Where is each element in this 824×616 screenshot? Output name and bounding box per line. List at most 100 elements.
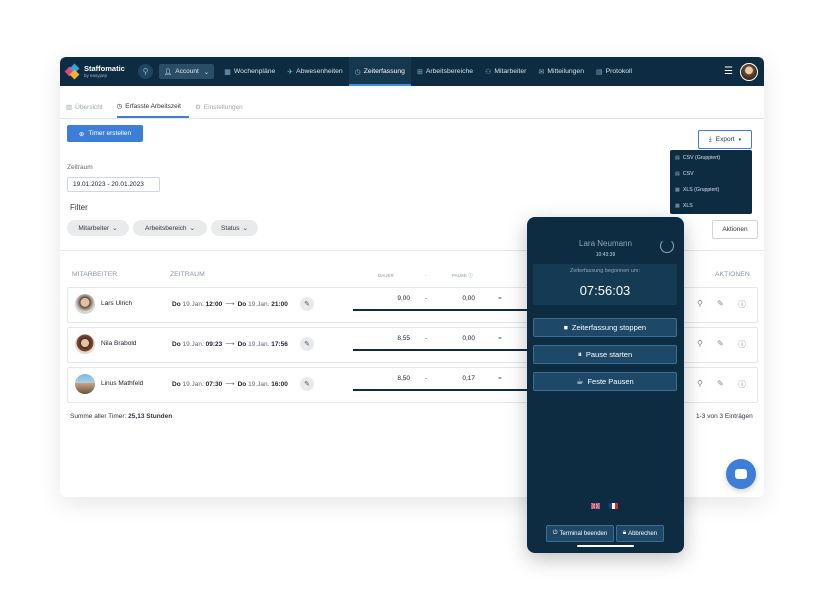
employee-name[interactable]: Lars Ulrich (101, 300, 132, 307)
tracking-status-box: Zeiterfassung begonnen um: 07:56:03 (533, 264, 677, 305)
avatar (75, 294, 95, 314)
column-header-pause: PAUSE ⓘ (452, 273, 473, 278)
arrow-right-icon: ⟶ (225, 341, 235, 348)
nav-abwesenheiten[interactable]: ✈︎ Abwesenheiten (281, 57, 348, 86)
summary-total: Summe aller Timer: 25,13 Stunden (70, 413, 173, 420)
equals-sign: = (498, 375, 502, 382)
time-range: Do 19.Jan. 07:30 ⟶ Do 19.Jan. 16:00 (172, 381, 288, 388)
equals-sign: = (498, 335, 502, 342)
minus-sign: - (425, 295, 428, 302)
employee-name[interactable]: Linus Mathfeld (101, 380, 143, 387)
calendar-icon: ▦ (224, 68, 231, 76)
arrow-right-icon: ⟶ (225, 301, 235, 308)
info-icon[interactable]: ⓘ (738, 299, 746, 310)
minus-sign: - (425, 335, 428, 342)
plane-icon: ✈︎ (287, 68, 294, 76)
export-option-xls-grouped[interactable]: ▦ XLS (Gruppiert) (670, 182, 752, 198)
export-option-csv-grouped[interactable]: ▤ CSV (Gruppiert) (670, 150, 752, 166)
pause-circle-icon: ⏸︎ (577, 349, 582, 359)
info-icon[interactable]: ⓘ (738, 339, 746, 350)
search-icon[interactable]: ⚲ (138, 64, 153, 79)
export-option-xls[interactable]: ▦ XLS (670, 198, 752, 214)
home-indicator (577, 545, 634, 547)
employee-name[interactable]: Nila Brabold (101, 340, 136, 347)
info-icon[interactable]: ⓘ (738, 379, 746, 390)
nav-arbeitsbereiche[interactable]: ⊞ Arbeitsbereiche (411, 57, 479, 86)
nav-mitteilungen[interactable]: ✉︎ Mitteilungen (532, 57, 590, 86)
tab-uebersicht[interactable]: ▥ Übersicht (66, 96, 111, 118)
french-flag-icon[interactable] (609, 503, 618, 509)
gear-icon: ⚙︎ (194, 104, 201, 111)
pagination-info: 1-3 von 3 Einträgen (696, 413, 753, 420)
chevron-down-icon: ▾ (738, 136, 742, 143)
chevron-down-icon: ⌄ (189, 225, 195, 232)
coffee-cup-icon: ☕︎ (576, 377, 584, 386)
duration-bar (353, 309, 533, 311)
file-icon: ▤ (675, 155, 680, 161)
time-range: Do 19.Jan. 09:23 ⟶ Do 19.Jan. 17:56 (172, 341, 288, 348)
dauer-value: 8,55 (397, 335, 410, 342)
filter-chip-status[interactable]: Status ⌄ (211, 220, 258, 236)
tab-erfasste-arbeitszeit[interactable]: ◷ Erfasste Arbeitszeit (116, 96, 189, 118)
duration-bar (353, 389, 533, 391)
end-terminal-button[interactable]: ⏻ Terminal beenden (546, 525, 614, 542)
equals-sign: = (498, 295, 502, 302)
edit-time-icon[interactable]: ✎ (300, 337, 314, 351)
filter-chip-mitarbeiter[interactable]: Mitarbeiter ⌄ (67, 220, 129, 236)
pencil-icon[interactable]: ✎ (717, 379, 724, 388)
menu-icon[interactable]: ☰ (724, 66, 733, 77)
column-header-dauer: DAUER (378, 273, 394, 278)
tracking-clock: 07:56:03 (579, 283, 631, 298)
minus-sign: - (425, 375, 428, 382)
pencil-icon[interactable]: ✎ (717, 299, 724, 308)
logo-mark-icon (64, 63, 80, 79)
export-button[interactable]: ⤓ Export ▾ (698, 130, 752, 149)
user-icon: 👤︎ (164, 68, 173, 76)
uk-flag-icon[interactable] (591, 503, 600, 509)
pencil-icon[interactable]: ✎ (717, 339, 724, 348)
account-dropdown[interactable]: 👤︎ Account ⌄ (159, 64, 215, 79)
info-icon: ⓘ (468, 273, 473, 278)
nav-protokoll[interactable]: ▤ Protokoll (590, 57, 638, 86)
chat-icon (735, 469, 747, 479)
chevron-down-icon: ⌄ (112, 225, 118, 232)
account-label: Account (175, 68, 199, 75)
nav-zeiterfassung[interactable]: ◷ Zeiterfassung (348, 57, 412, 86)
date-range-input[interactable]: 19.01.2023 - 20.01.2023 (67, 177, 160, 192)
timer-erstellen-button[interactable]: ⊕ Timer erstellen (67, 125, 143, 142)
search-icon[interactable]: ⚲ (697, 379, 703, 388)
export-option-csv[interactable]: ▤ CSV (670, 166, 752, 182)
filter-heading: Filter (70, 203, 88, 212)
cancel-button[interactable]: 🔒︎ Abbrechen (616, 525, 664, 542)
stop-tracking-button[interactable]: ⏹︎ Zeiterfassung stoppen (533, 318, 677, 337)
plus-circle-icon: ⊕ (78, 130, 85, 138)
nav-mitarbeiter[interactable]: ⚇ Mitarbeiter (479, 57, 532, 86)
search-icon[interactable]: ⚲ (697, 299, 703, 308)
column-header-zeitraum[interactable]: ZEITRAUM (170, 271, 205, 278)
filter-chip-arbeitsbereich[interactable]: Arbeitsbereich ⌄ (133, 220, 207, 236)
start-pause-button[interactable]: ⏸︎ Pause starten (533, 345, 677, 364)
lock-icon: 🔒︎ (622, 530, 627, 536)
power-icon: ⏻ (552, 530, 558, 536)
loading-spinner-icon (660, 239, 674, 253)
terminal-current-time: 10:43:39 (595, 252, 616, 258)
brand-name: Staffomatic (84, 64, 125, 73)
nav-wochenplaene[interactable]: ▦ Wochenpläne (218, 57, 281, 86)
pause-value: 0,00 (462, 335, 475, 342)
fixed-breaks-button[interactable]: ☕︎ Feste Pausen (533, 372, 677, 391)
file-icon: ▤ (675, 171, 680, 177)
tab-einstellungen[interactable]: ⚙︎ Einstellungen (195, 96, 251, 118)
search-icon[interactable]: ⚲ (697, 339, 703, 348)
chevron-down-icon: ⌄ (203, 68, 210, 76)
column-header-mitarbeiter[interactable]: MITARBEITER (72, 271, 117, 278)
dauer-value: 9,00 (397, 295, 410, 302)
export-dropdown-menu: ▤ CSV (Gruppiert) ▤ CSV ▦ XLS (Gruppiert) ▦… (670, 150, 752, 214)
edit-time-icon[interactable]: ✎ (300, 377, 314, 391)
aktionen-button[interactable]: Aktionen (712, 220, 758, 239)
users-icon: ⚇ (485, 68, 492, 76)
chat-support-button[interactable] (726, 459, 756, 489)
pause-value: 0,00 (462, 295, 475, 302)
language-switcher (591, 503, 618, 509)
user-avatar[interactable] (740, 63, 758, 81)
edit-time-icon[interactable]: ✎ (300, 297, 314, 311)
